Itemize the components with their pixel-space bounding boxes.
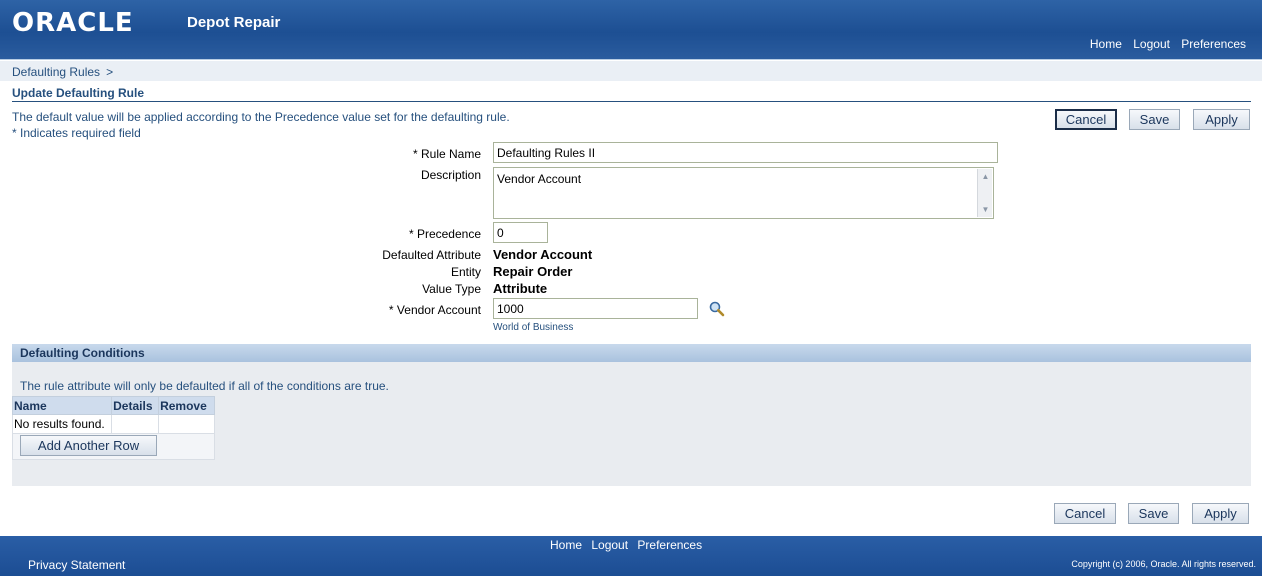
precedence-label: * Precedence <box>408 227 481 241</box>
global-footer: Home Logout Preferences Privacy Statemen… <box>0 536 1262 576</box>
breadcrumb: Defaulting Rules > <box>12 65 113 79</box>
empty-results-cell: No results found. <box>11 414 113 434</box>
value-type-label: Value Type <box>422 282 481 296</box>
oracle-logo: ORACLE <box>12 8 134 38</box>
search-icon[interactable] <box>708 300 726 318</box>
apply-button-bottom[interactable]: Apply <box>1192 503 1249 524</box>
cancel-button-top[interactable]: Cancel <box>1055 109 1117 130</box>
column-header-name: Name <box>11 396 113 415</box>
value-type-value: Attribute <box>493 281 548 296</box>
privacy-statement-link[interactable]: Privacy Statement <box>28 558 125 572</box>
defaulted-attribute-label: Defaulted Attribute <box>382 248 481 262</box>
breadcrumb-bar <box>0 61 1262 81</box>
save-button-bottom[interactable]: Save <box>1128 503 1179 524</box>
scroll-down-icon[interactable]: ▼ <box>980 204 991 215</box>
title-divider <box>12 101 1251 102</box>
cancel-button-bottom[interactable]: Cancel <box>1054 503 1116 524</box>
section-description: The rule attribute will only be defaulte… <box>20 379 389 393</box>
page-title: Update Defaulting Rule <box>12 86 145 100</box>
entity-value: Repair Order <box>493 264 573 279</box>
vendor-account-label: * Vendor Account <box>388 303 481 317</box>
footer-home-link[interactable]: Home <box>550 538 582 552</box>
footer-links: Home Logout Preferences <box>550 538 708 552</box>
save-button-top[interactable]: Save <box>1129 109 1180 130</box>
column-header-remove: Remove <box>158 396 215 415</box>
section-title: Defaulting Conditions <box>20 346 145 360</box>
defaulted-attribute-value: Vendor Account <box>493 247 593 262</box>
section-header: Defaulting Conditions <box>12 344 1251 362</box>
header-logout-link[interactable]: Logout <box>1133 37 1170 51</box>
header-preferences-link[interactable]: Preferences <box>1181 37 1246 51</box>
copyright-text: Copyright (c) 2006, Oracle. All rights r… <box>1071 559 1256 569</box>
table-cell-remove <box>158 414 215 434</box>
description-label: Description <box>420 168 481 182</box>
entity-label: Entity <box>450 265 481 279</box>
required-field-note: * Indicates required field <box>12 126 141 140</box>
table-row: No results found. <box>11 414 215 434</box>
breadcrumb-defaulting-rules[interactable]: Defaulting Rules <box>12 65 100 79</box>
footer-logout-link[interactable]: Logout <box>591 538 628 552</box>
conditions-table: Name Details Remove No results found. <box>11 396 215 434</box>
table-header-row: Name Details Remove <box>11 396 215 415</box>
scroll-up-icon[interactable]: ▲ <box>980 171 991 182</box>
vendor-account-hint: World of Business <box>493 322 574 333</box>
global-header: ORACLE Depot Repair Home Logout Preferen… <box>0 0 1262 60</box>
column-header-details: Details <box>111 396 160 415</box>
add-another-row-button[interactable]: Add Another Row <box>20 435 157 456</box>
table-cell-details <box>111 414 160 434</box>
precedence-input[interactable]: 0 <box>493 222 548 243</box>
description-textarea[interactable]: Vendor Account ▲ ▼ <box>493 167 994 219</box>
product-name: Depot Repair <box>187 14 281 31</box>
global-links: Home Logout Preferences <box>1082 37 1246 51</box>
description-scrollbar[interactable]: ▲ ▼ <box>977 169 992 217</box>
page-instructions: The default value will be applied accord… <box>12 109 510 141</box>
header-home-link[interactable]: Home <box>1090 37 1122 51</box>
rule-name-input[interactable]: Defaulting Rules II <box>493 142 998 163</box>
instruction-text: The default value will be applied accord… <box>12 110 510 124</box>
apply-button-top[interactable]: Apply <box>1193 109 1250 130</box>
description-value: Vendor Account <box>497 172 582 186</box>
vendor-account-input[interactable]: 1000 <box>493 298 698 319</box>
rule-name-label: * Rule Name <box>412 147 481 161</box>
footer-preferences-link[interactable]: Preferences <box>637 538 702 552</box>
breadcrumb-separator: > <box>106 65 114 79</box>
